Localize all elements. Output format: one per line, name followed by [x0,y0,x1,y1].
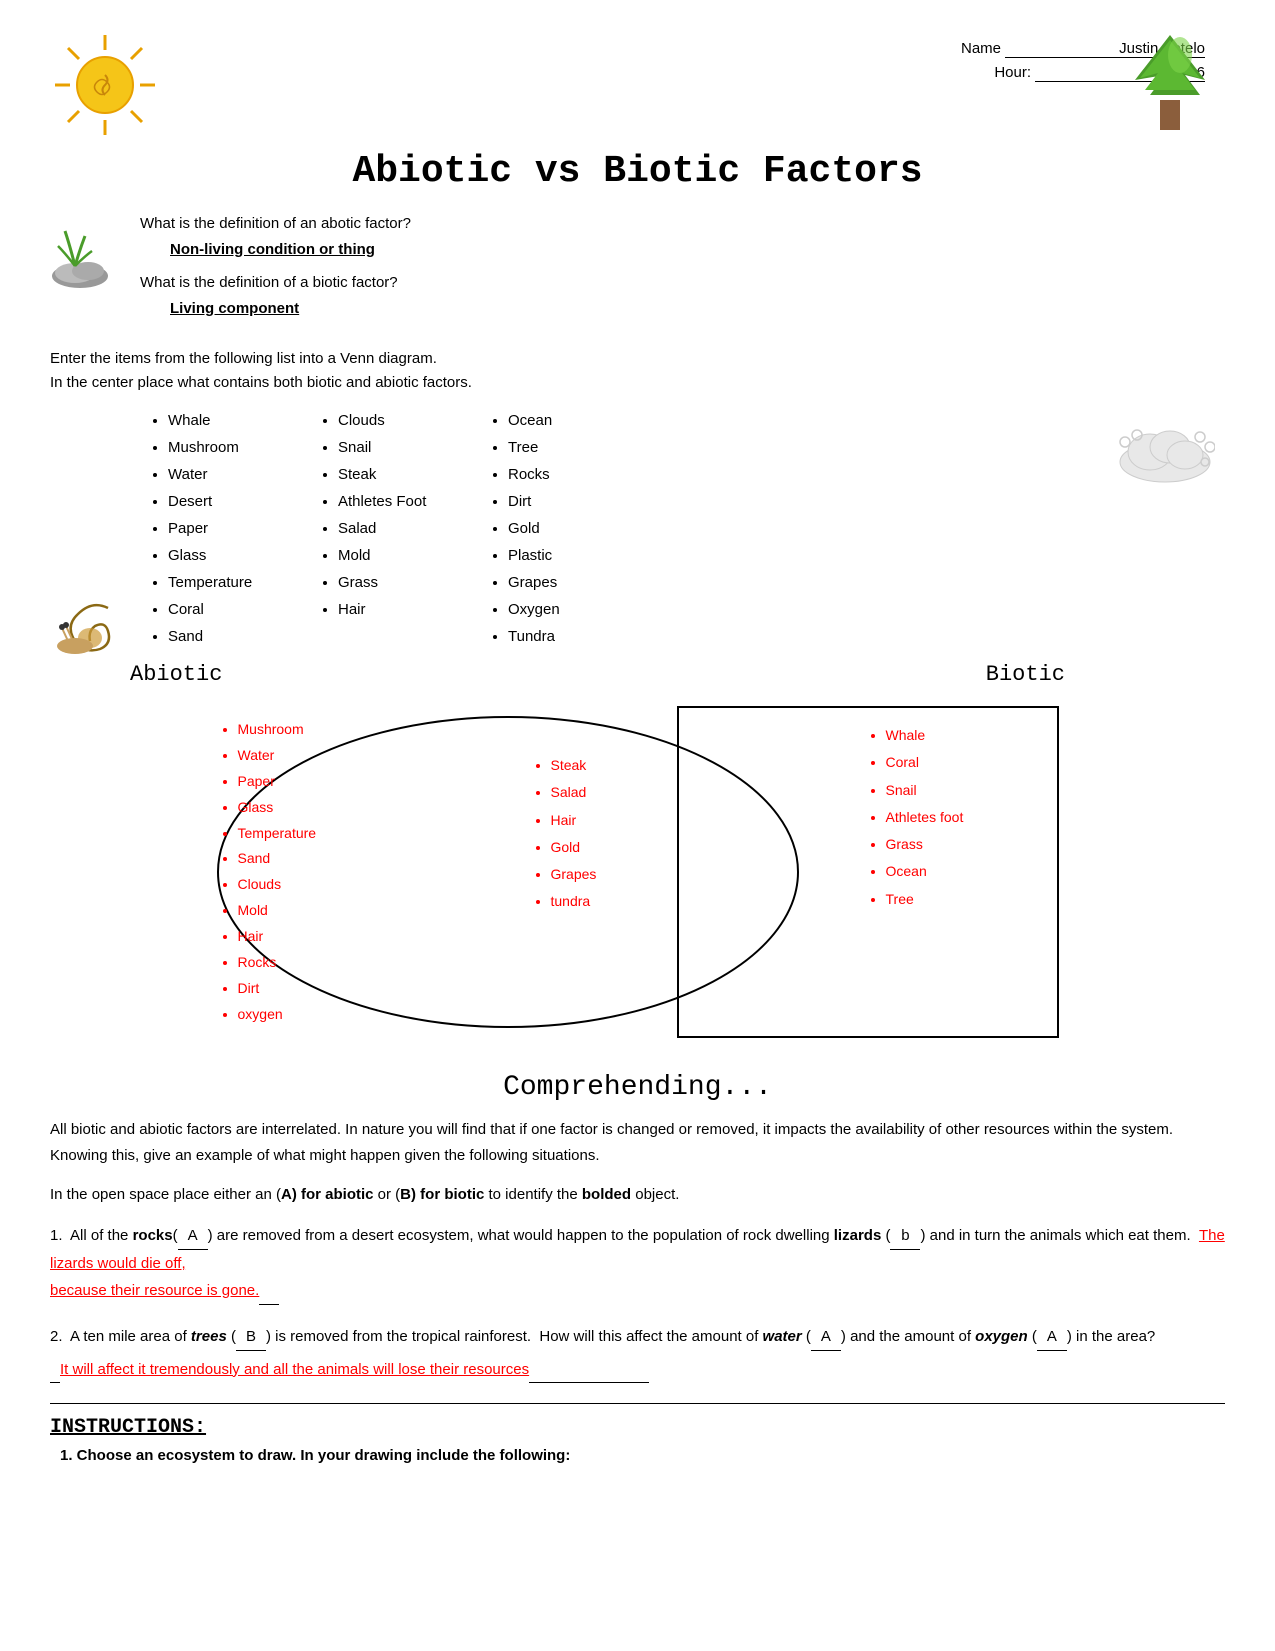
items-col-2: Clouds Snail Steak Athletes Foot Salad M… [310,407,480,650]
venn-right-items: Whale Coral Snail Athletes foot Grass Oc… [868,722,1068,913]
comprehending-instruction: In the open space place either an (A) fo… [50,1182,1225,1208]
venn-label-biotic: Biotic [986,662,1065,687]
venn-labels: Abiotic Biotic [50,662,1225,687]
items-columns: Whale Mushroom Water Desert Paper Glass … [50,407,1225,650]
items-col-3: Ocean Tree Rocks Dirt Gold Plastic Grape… [480,407,650,650]
main-title: Abiotic vs Biotic Factors [50,150,1225,193]
q2-answer: It will affect it tremendously and all t… [60,1356,529,1383]
tree-icon-top [1115,30,1225,144]
name-label: Name [961,40,1001,58]
items-col-1: Whale Mushroom Water Desert Paper Glass … [140,407,310,650]
comprehending-section: Comprehending... All biotic and abiotic … [50,1072,1225,1383]
abiotic-question: What is the definition of an abotic fact… [140,211,1225,237]
venn-diagram: Mushroom Water Paper Glass Temperature S… [188,692,1088,1052]
question-2: 2. A ten mile area of trees ( B ) is rem… [50,1323,1225,1383]
section-divider [50,1403,1225,1404]
question-1: 1. All of the rocks(A) are removed from … [50,1222,1225,1305]
biotic-question: What is the definition of a biotic facto… [140,270,1225,296]
coral-icon [50,586,130,660]
hour-label: Hour: [994,64,1031,82]
comprehending-title: Comprehending... [50,1072,1225,1103]
cloud-icon [1115,407,1215,491]
instructions-item-1: 1. Choose an ecosystem to draw. In your … [60,1447,1225,1464]
venn-label-abiotic: Abiotic [130,662,222,687]
definitions-area: What is the definition of an abotic fact… [140,211,1225,321]
venn-left-items: Mushroom Water Paper Glass Temperature S… [218,717,317,1028]
biotic-answer: Living component [170,296,1225,322]
name-hour-area: Name Justin Sotelo Hour: 6 [160,40,1205,82]
venn-instruction: Enter the items from the following list … [50,347,1225,395]
comprehending-paragraph: All biotic and abiotic factors are inter… [50,1117,1225,1168]
questions-area: 1. All of the rocks(A) are removed from … [50,1222,1225,1383]
instructions-section: INSTRUCTIONS: 1. Choose an ecosystem to … [50,1416,1225,1464]
items-section: Whale Mushroom Water Desert Paper Glass … [50,407,1225,650]
venn-center-items: Steak Salad Hair Gold Grapes tundra [533,752,597,916]
title-area: Abiotic vs Biotic Factors [50,150,1225,193]
rock-plant-icon [50,211,130,291]
header: Name Justin Sotelo Hour: 6 [50,30,1225,140]
sun-icon [50,30,160,140]
instructions-title: INSTRUCTIONS: [50,1416,1225,1439]
abiotic-answer: Non-living condition or thing [170,237,1225,263]
